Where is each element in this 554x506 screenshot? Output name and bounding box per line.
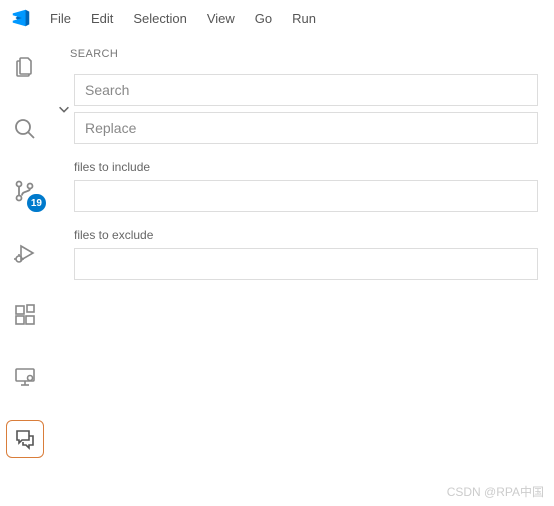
- chat-icon: [13, 427, 37, 451]
- files-icon: [13, 55, 37, 79]
- activity-explorer[interactable]: [6, 48, 44, 86]
- menu-bar: File Edit Selection View Go Run: [50, 11, 316, 26]
- title-bar: File Edit Selection View Go Run: [0, 0, 554, 36]
- files-include-input[interactable]: [74, 180, 538, 212]
- source-control-badge: 19: [27, 194, 46, 212]
- activity-search[interactable]: [6, 110, 44, 148]
- activity-run-debug[interactable]: [6, 234, 44, 272]
- debug-icon: [13, 241, 37, 265]
- extensions-icon: [13, 303, 37, 327]
- search-input[interactable]: [74, 74, 538, 106]
- menu-view[interactable]: View: [207, 11, 235, 26]
- remote-icon: [13, 365, 37, 389]
- search-panel: SEARCH files to include files to exclude: [50, 36, 554, 506]
- files-exclude-input[interactable]: [74, 248, 538, 280]
- panel-title: SEARCH: [56, 48, 538, 74]
- search-icon: [13, 117, 37, 141]
- activity-extensions[interactable]: [6, 296, 44, 334]
- files-exclude-label: files to exclude: [74, 228, 538, 242]
- activity-bar: 19: [0, 36, 50, 506]
- menu-file[interactable]: File: [50, 11, 71, 26]
- activity-remote[interactable]: [6, 358, 44, 396]
- toggle-replace-chevron[interactable]: [56, 74, 72, 116]
- chevron-down-icon: [57, 102, 71, 116]
- activity-chat[interactable]: [6, 420, 44, 458]
- menu-edit[interactable]: Edit: [91, 11, 113, 26]
- watermark: CSDN @RPA中国: [447, 483, 544, 500]
- replace-input[interactable]: [74, 112, 538, 144]
- menu-selection[interactable]: Selection: [133, 11, 186, 26]
- files-include-label: files to include: [74, 160, 538, 174]
- menu-go[interactable]: Go: [255, 11, 272, 26]
- vscode-logo-icon: [10, 7, 32, 29]
- activity-source-control[interactable]: 19: [6, 172, 44, 210]
- menu-run[interactable]: Run: [292, 11, 316, 26]
